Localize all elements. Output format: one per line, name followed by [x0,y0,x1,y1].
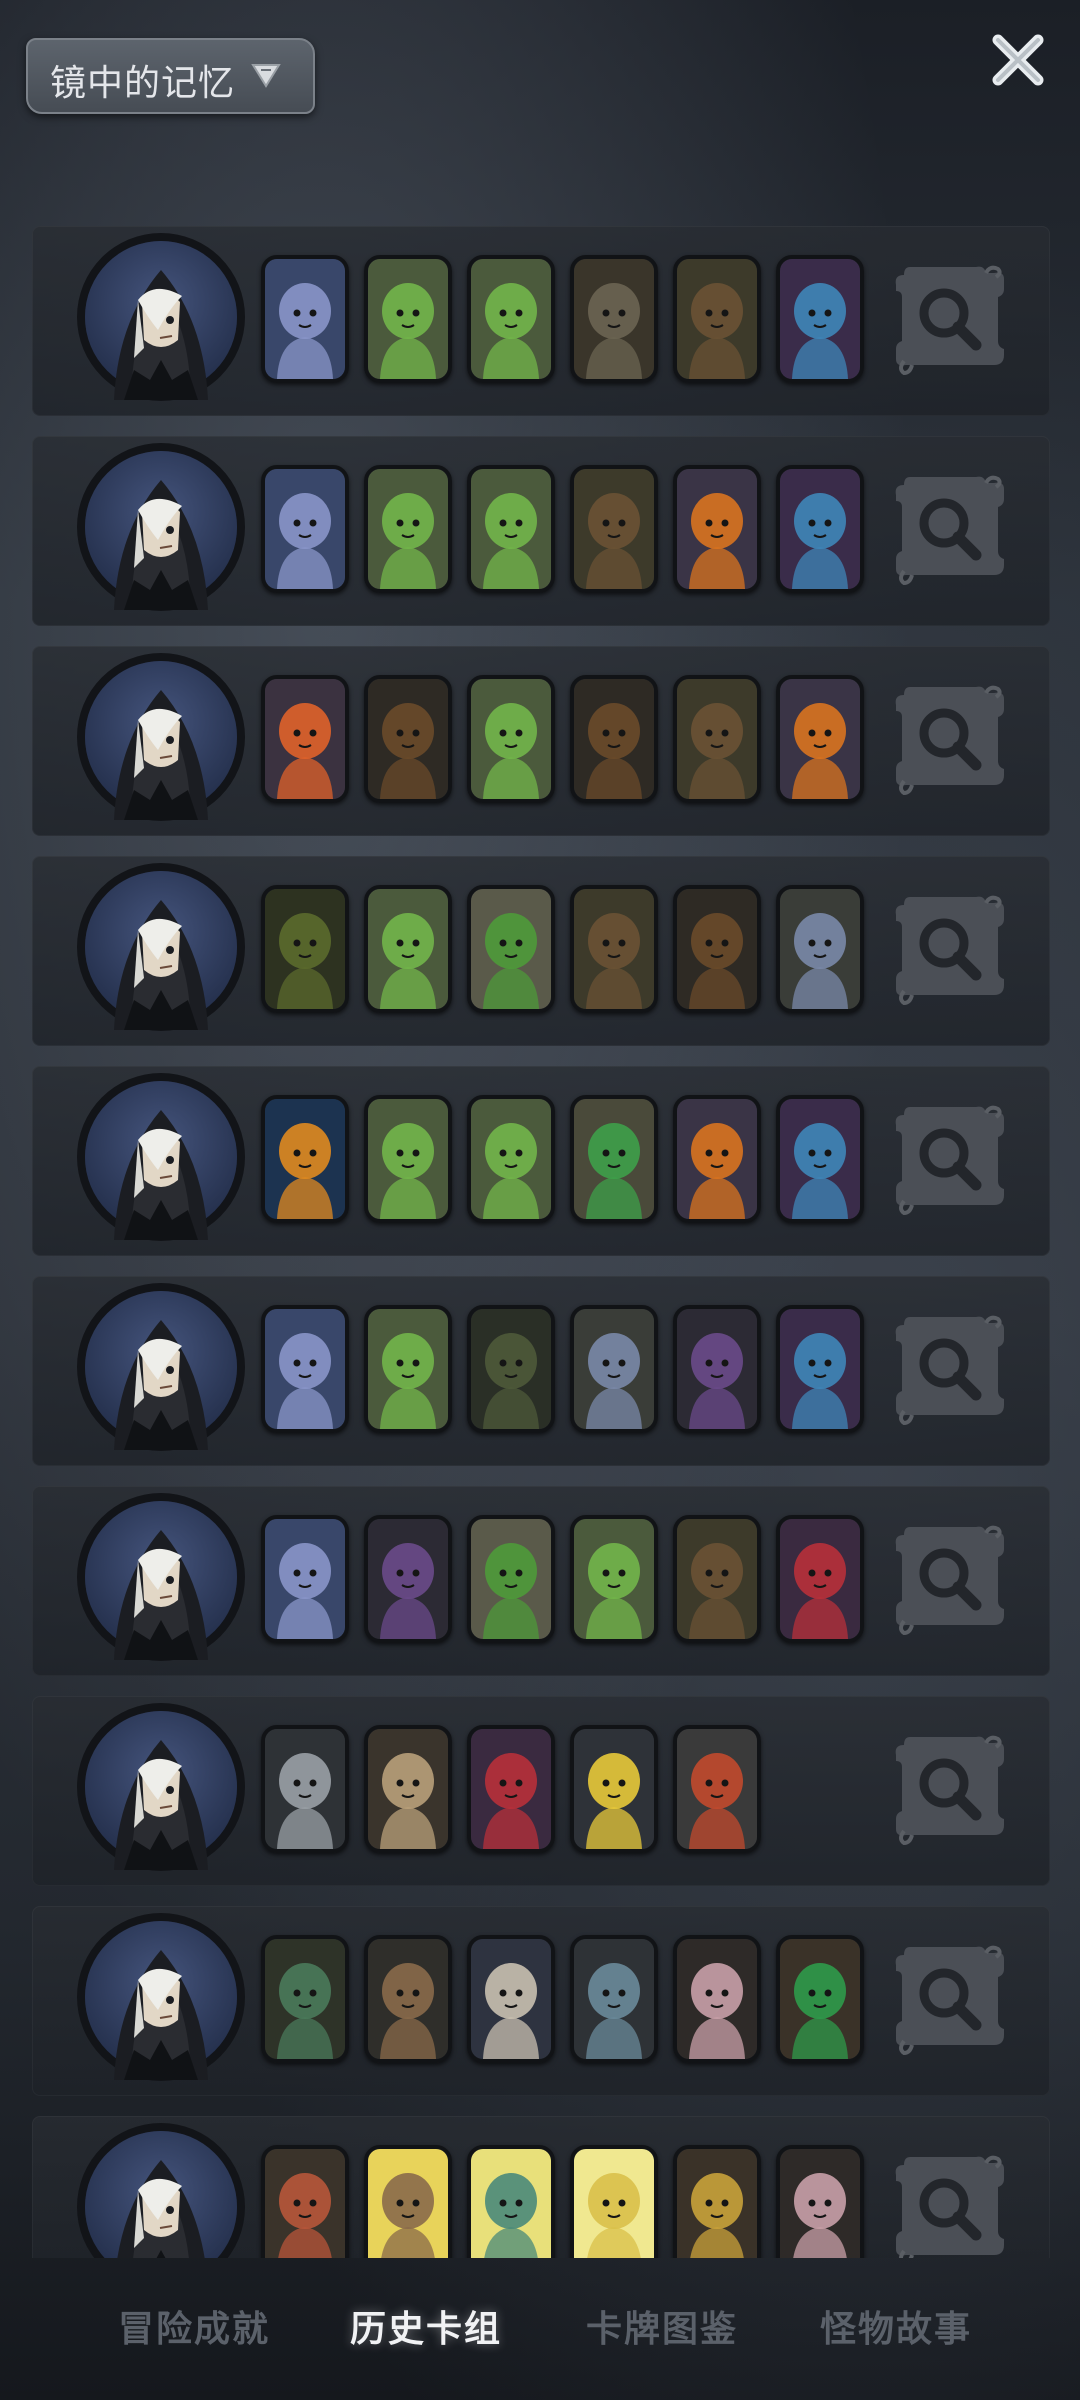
card-mushroom-witch[interactable] [570,465,658,593]
hero-avatar [74,2120,248,2258]
card-leaf-sprout[interactable] [467,465,555,593]
deck-row [32,1276,1050,1466]
magnifier-search-icon[interactable] [890,891,1010,1007]
card-mushroom-spider[interactable] [776,885,864,1013]
card-leaf-sprout[interactable] [467,255,555,383]
hero-avatar [74,440,248,614]
card-leaf-sprout[interactable] [364,885,452,1013]
card-pumpkin-jester[interactable] [673,465,761,593]
card-leaf-sprout[interactable] [364,1305,452,1433]
magnifier-search-icon[interactable] [890,1101,1010,1217]
deck-list [32,226,1050,2258]
hero-avatar [74,1070,248,1244]
card-mouse-ranger[interactable] [776,1935,864,2063]
card-iron-golem[interactable] [673,1725,761,1853]
card-leaf-sprout[interactable] [364,255,452,383]
card-shadow-serpent[interactable] [364,1515,452,1643]
card-jack-o-lantern[interactable] [261,1095,349,1223]
card-fire-bear[interactable] [261,675,349,803]
card-elf-sorceress[interactable] [776,1305,864,1433]
card-dwarf-warrior[interactable] [261,2145,349,2258]
card-bird-bard[interactable] [467,1935,555,2063]
card-rat-pirate[interactable] [673,1935,761,2063]
card-elf-sorceress[interactable] [776,1095,864,1223]
card-treant[interactable] [673,885,761,1013]
deck-list-viewport[interactable] [0,0,1080,2258]
deck-row [32,226,1050,416]
deck-row [32,1696,1050,1886]
magnifier-search-icon[interactable] [890,471,1010,587]
magnifier-search-icon[interactable] [890,2151,1010,2258]
hero-avatar [74,230,248,404]
card-lightning-mage[interactable] [570,2145,658,2258]
card-treant[interactable] [364,675,452,803]
card-ice-dragon[interactable] [261,1305,349,1433]
card-holy-shield[interactable] [467,2145,555,2258]
card-scarecrow[interactable] [570,255,658,383]
card-elf-sorceress[interactable] [776,465,864,593]
card-elf-sorceress[interactable] [776,255,864,383]
card-steel-turret[interactable] [261,1725,349,1853]
deck-row [32,1486,1050,1676]
card-monk-fighter[interactable] [673,2145,761,2258]
hero-avatar [74,1700,248,1874]
card-rat-pirate[interactable] [776,2145,864,2258]
card-leaf-sprout[interactable] [467,675,555,803]
card-swamp-blob[interactable] [467,1305,555,1433]
card-mushroom-witch[interactable] [673,675,761,803]
deck-row [32,2116,1050,2258]
hero-avatar [74,1910,248,2084]
card-shadow-serpent[interactable] [673,1305,761,1433]
card-treant[interactable] [570,675,658,803]
magnifier-search-icon[interactable] [890,261,1010,377]
card-leaf-sprout[interactable] [364,1095,452,1223]
hero-avatar [74,860,248,1034]
card-mushroom-witch[interactable] [673,1515,761,1643]
card-armored-knight[interactable] [364,2145,452,2258]
magnifier-search-icon[interactable] [890,1311,1010,1427]
card-leaf-sprout[interactable] [467,1095,555,1223]
deck-row [32,1066,1050,1256]
deck-row [32,436,1050,626]
card-mushroom-witch[interactable] [570,885,658,1013]
card-mushroom-witch[interactable] [673,255,761,383]
card-barbarian[interactable] [364,1935,452,2063]
hero-avatar [74,1280,248,1454]
card-mushroom-spider[interactable] [570,1305,658,1433]
card-leaf-elder[interactable] [467,1515,555,1643]
deck-row [32,856,1050,1046]
card-ice-dragon[interactable] [261,1515,349,1643]
magnifier-search-icon[interactable] [890,681,1010,797]
card-leaf-sprout[interactable] [570,1515,658,1643]
card-pumpkin-jester[interactable] [673,1095,761,1223]
tab-monster-stories[interactable]: 怪物故事 [820,2300,972,2352]
deck-row [32,646,1050,836]
card-ice-dragon[interactable] [261,465,349,593]
magnifier-search-icon[interactable] [890,1521,1010,1637]
card-lizard-warrior[interactable] [570,1935,658,2063]
tab-card-compendium[interactable]: 卡牌图鉴 [586,2300,738,2352]
card-leaf-elder[interactable] [467,885,555,1013]
card-jester-queen[interactable] [776,1515,864,1643]
hero-avatar [74,650,248,824]
hero-avatar [74,1490,248,1664]
magnifier-search-icon[interactable] [890,1941,1010,2057]
card-leaf-dryad[interactable] [570,1095,658,1223]
bottom-tab-bar: 冒险成就 历史卡组 卡牌图鉴 怪物故事 [0,2270,1080,2380]
card-jester-queen[interactable] [467,1725,555,1853]
card-crocodile-brute[interactable] [261,1935,349,2063]
card-rocket-blast[interactable] [364,1725,452,1853]
tab-deck-history[interactable]: 历史卡组 [350,2300,502,2352]
card-green-treant[interactable] [261,885,349,1013]
magnifier-search-icon[interactable] [890,1731,1010,1847]
tab-adventure-achievements[interactable]: 冒险成就 [118,2300,270,2352]
card-pumpkin-jester[interactable] [776,675,864,803]
card-leaf-sprout[interactable] [364,465,452,593]
card-lightning-cannon[interactable] [570,1725,658,1853]
card-ice-dragon[interactable] [261,255,349,383]
deck-row [32,1906,1050,2096]
